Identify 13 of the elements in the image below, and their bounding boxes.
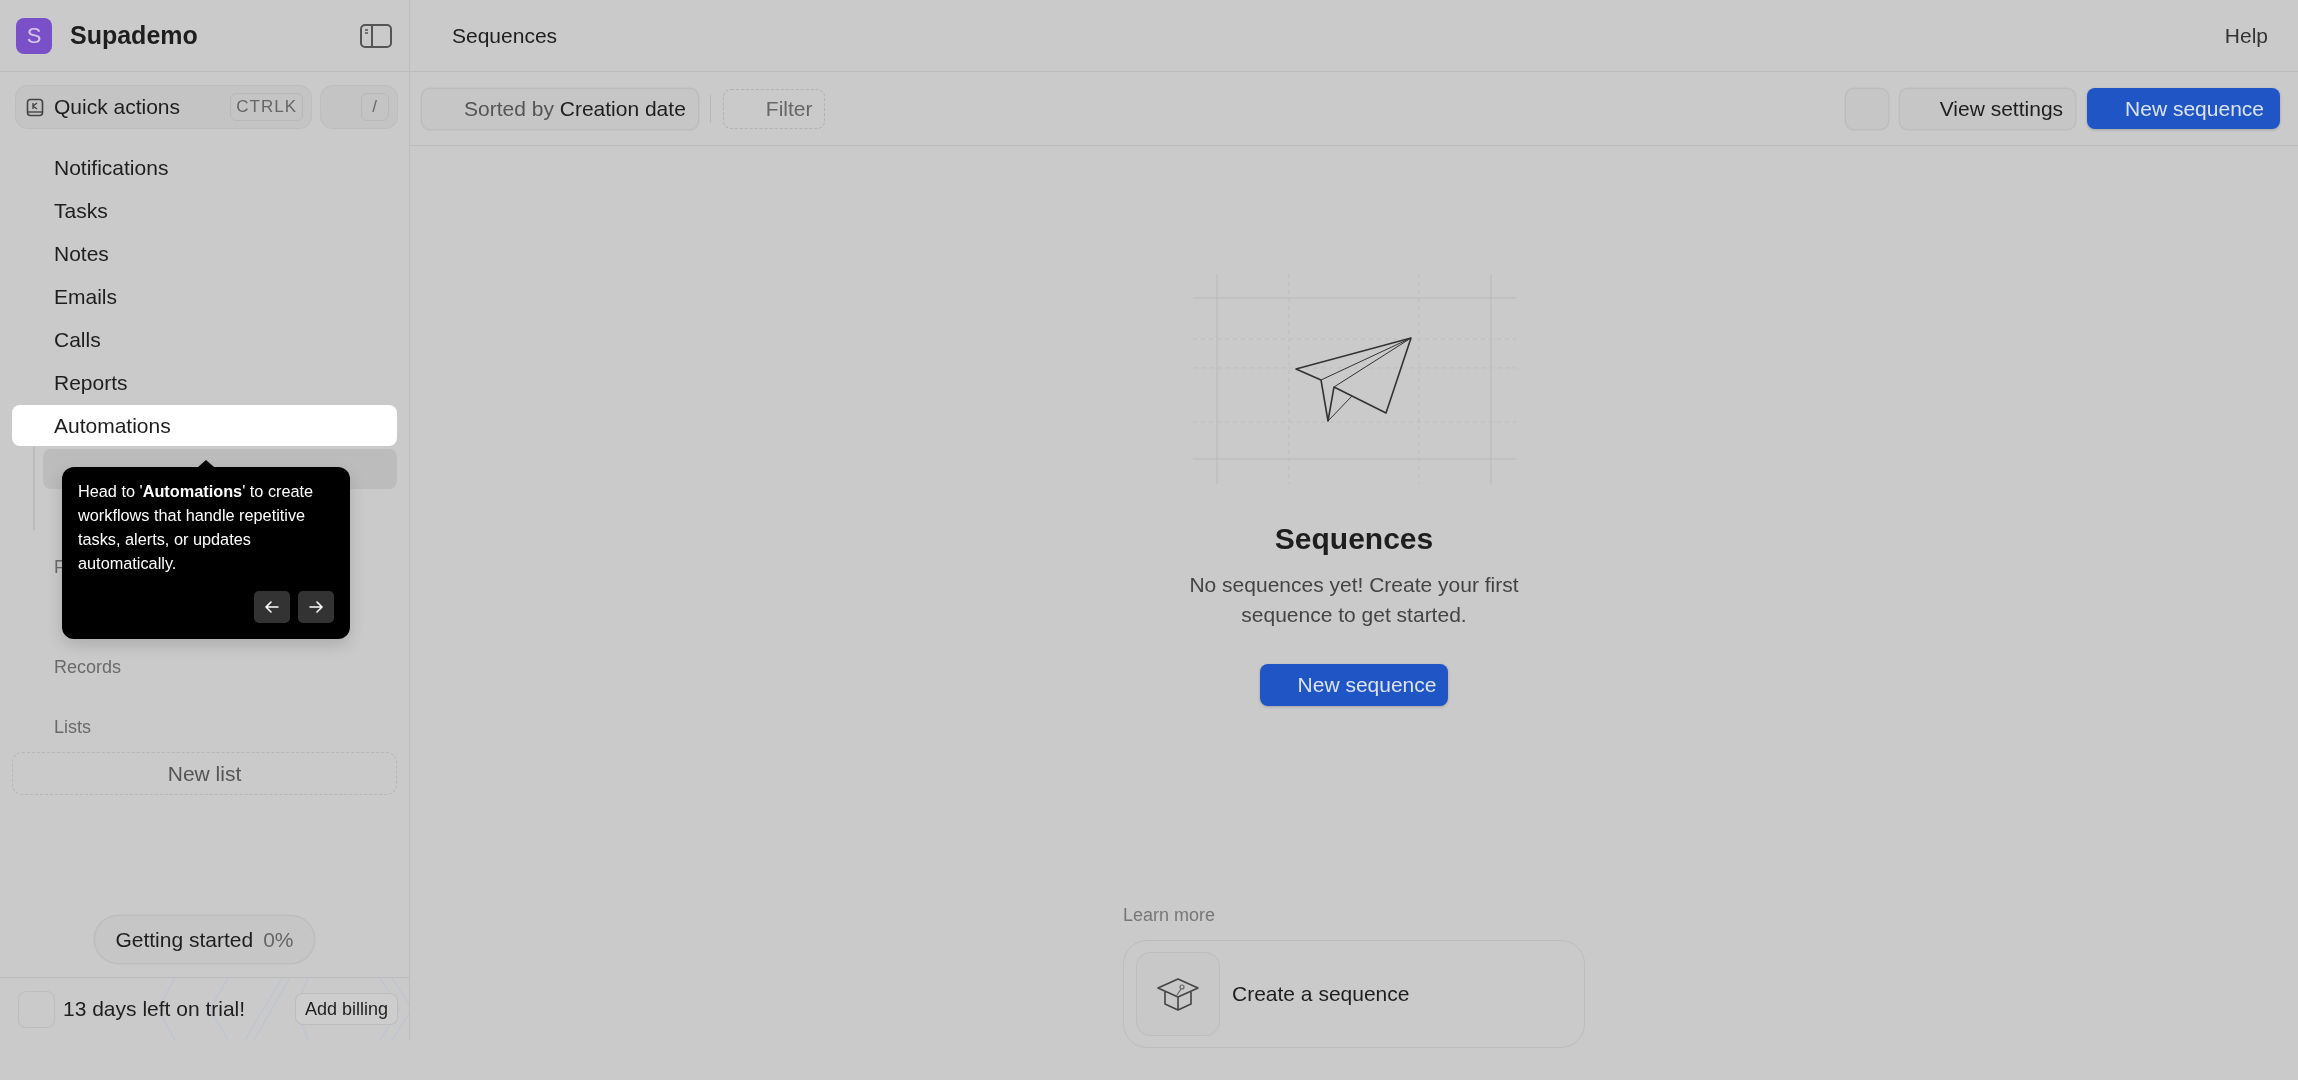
trial-text: 13 days left on trial! [63,997,247,1021]
workspace-avatar: S [16,17,52,54]
progress-percent: 0% [263,927,294,952]
learn-more-heading: Learn more [1123,905,1217,926]
section-label: Lists [54,715,91,739]
workspace-name: Supademo [70,21,199,50]
empty-state-title: Sequences [1274,522,1434,556]
tooltip-text: Head to 'Automations' to create workflows that handle repetitive tasks, alerts, or updates automatically. [78,481,315,574]
shortcut-key: CTRLK [230,93,303,121]
page-title: Sequences [452,23,558,48]
section-label: Records [54,655,122,679]
empty-state-description: No sequences yet! Create your first sequence to get started. [1188,572,1520,628]
card-title: Create a sequence [1232,982,1410,1006]
